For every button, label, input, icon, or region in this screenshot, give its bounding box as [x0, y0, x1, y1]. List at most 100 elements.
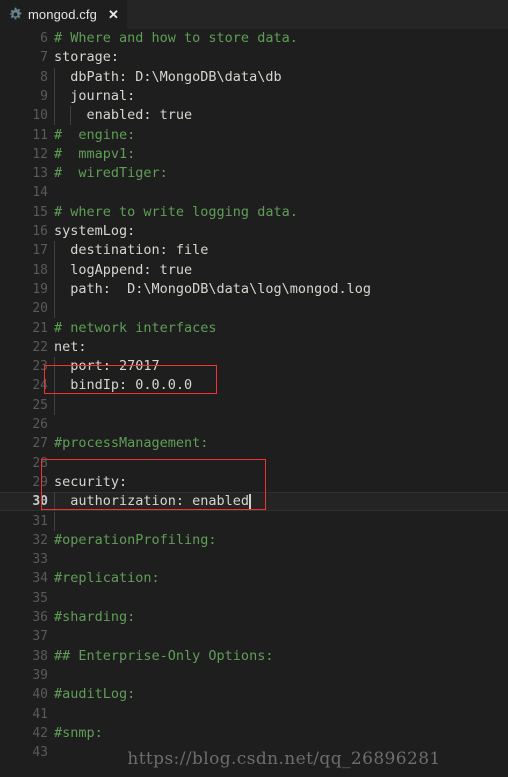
code-line-text: journal: [54, 87, 136, 104]
code-line[interactable]: 35 [0, 589, 508, 608]
code-line-text: path: D:\MongoDB\data\log\mongod.log [54, 280, 371, 297]
line-number: 6 [40, 31, 48, 46]
code-line[interactable]: 26 [0, 415, 508, 434]
line-number: 20 [32, 301, 48, 317]
code-line[interactable]: 34 #replication: [0, 569, 508, 588]
close-icon[interactable]: ✕ [108, 8, 119, 22]
code-line[interactable]: 40 #auditLog: [0, 685, 508, 704]
line-number: 38 [32, 648, 48, 664]
code-line-text: # network interfaces [54, 319, 217, 336]
editor-tab-bar: mongod.cfg ✕ [0, 0, 508, 29]
code-line-text: destination: file [54, 242, 209, 259]
code-line-text: # wiredTiger: [54, 165, 168, 182]
code-line[interactable]: 31 [0, 512, 508, 531]
code-line-text: net: [54, 338, 87, 355]
code-line[interactable]: 21 # network interfaces [0, 319, 508, 338]
line-number: 33 [32, 552, 48, 568]
code-line-text: #operationProfiling: [54, 531, 217, 548]
line-number: 10 [32, 108, 48, 124]
line-number: 22 [32, 339, 48, 355]
code-line[interactable]: 6 # Where and how to store data. [0, 29, 508, 48]
code-line[interactable]: 11 # engine: [0, 126, 508, 145]
code-line[interactable]: 15 # where to write logging data. [0, 203, 508, 222]
code-line[interactable]: 41 [0, 705, 508, 724]
code-line[interactable]: 7 storage: [0, 48, 508, 67]
code-line[interactable]: 22 net: [0, 338, 508, 357]
code-line-text: systemLog: [54, 223, 136, 239]
code-line[interactable]: 18 logAppend: true [0, 261, 508, 280]
code-line-text: #replication: [54, 570, 160, 587]
code-line-text: # Where and how to store data. [54, 30, 298, 46]
code-line-text: #processManagement: [54, 435, 209, 452]
code-line[interactable]: 9 journal: [0, 87, 508, 106]
line-number: 21 [32, 320, 48, 336]
code-line[interactable]: 43 [0, 743, 508, 762]
code-line-text: security: [54, 473, 128, 490]
line-number: 36 [32, 610, 48, 625]
code-line[interactable]: 39 [0, 666, 508, 685]
line-number: 41 [32, 706, 48, 722]
code-line[interactable]: 42 #snmp: [0, 724, 508, 743]
code-line[interactable]: 20 [0, 299, 508, 318]
code-line[interactable]: 10 enabled: true [0, 106, 508, 125]
code-line-text: enabled: true [54, 107, 193, 124]
line-number: 29 [32, 474, 48, 490]
line-number: 42 [32, 725, 48, 741]
code-line[interactable]: 32 #operationProfiling: [0, 531, 508, 550]
line-number: 17 [32, 243, 48, 259]
line-number: 40 [32, 687, 48, 703]
code-line[interactable]: 29 security: [0, 473, 508, 492]
code-line[interactable]: 37 [0, 627, 508, 646]
code-line-text: #snmp: [54, 724, 103, 741]
line-number: 24 [32, 378, 48, 394]
code-line-text: storage: [54, 49, 120, 66]
code-line-text: authorization: enabled [54, 493, 250, 510]
code-line[interactable]: 27 #processManagement: [0, 434, 508, 453]
code-line-text: # mmapv1: [54, 145, 136, 162]
code-line[interactable]: 16 systemLog: [0, 222, 508, 241]
line-number: 23 [32, 359, 48, 375]
code-line[interactable]: 36 #sharding: [0, 608, 508, 627]
editor-tab-mongod-cfg[interactable]: mongod.cfg ✕ [0, 0, 127, 29]
line-number: 37 [32, 629, 48, 645]
code-line-text: # engine: [54, 126, 136, 143]
code-line[interactable]: 25 [0, 396, 508, 415]
code-line-text: port: 27017 [54, 358, 160, 375]
tab-bar-empty-space [126, 0, 508, 29]
code-line[interactable]: 8 dbPath: D:\MongoDB\data\db [0, 68, 508, 87]
code-line-text: logAppend: true [54, 261, 193, 278]
line-number: 16 [32, 224, 48, 239]
code-line[interactable]: 33 [0, 550, 508, 569]
code-line[interactable]: 19 path: D:\MongoDB\data\log\mongod.log [0, 280, 508, 299]
code-line-text: #sharding: [54, 609, 136, 625]
line-number: 15 [32, 204, 48, 220]
line-number: 14 [32, 185, 48, 201]
line-number: 13 [32, 166, 48, 182]
code-line-text: dbPath: D:\MongoDB\data\db [54, 68, 282, 85]
code-editor[interactable]: 6 # Where and how to store data. 7 storage:… [0, 29, 508, 777]
line-number: 30 [32, 494, 48, 510]
code-line[interactable]: 38 ## Enterprise-Only Options: [0, 647, 508, 666]
code-line[interactable]: 13 # wiredTiger: [0, 164, 508, 183]
code-line[interactable]: 23 port: 27017 [0, 357, 508, 376]
line-number: 9 [40, 88, 48, 104]
line-number: 31 [32, 513, 48, 529]
line-number: 27 [32, 436, 48, 452]
code-line[interactable]: 24 bindIp: 0.0.0.0 [0, 376, 508, 395]
line-number: 43 [32, 745, 48, 761]
line-number: 39 [32, 667, 48, 683]
line-number: 35 [32, 590, 48, 606]
code-line[interactable]: 17 destination: file [0, 241, 508, 260]
line-number: 34 [32, 571, 48, 587]
code-line[interactable]: 28 [0, 454, 508, 473]
line-number: 32 [32, 532, 48, 548]
code-line[interactable]: 30 authorization: enabled [0, 492, 508, 511]
code-line[interactable]: 14 [0, 183, 508, 202]
editor-tab-title: mongod.cfg [28, 7, 97, 22]
code-line-text: # where to write logging data. [54, 203, 298, 220]
code-line[interactable]: 12 # mmapv1: [0, 145, 508, 164]
line-number: 26 [32, 417, 48, 432]
line-number: 12 [32, 146, 48, 162]
code-line-text: ## Enterprise-Only Options: [54, 647, 274, 664]
code-line-text: bindIp: 0.0.0.0 [54, 377, 193, 394]
